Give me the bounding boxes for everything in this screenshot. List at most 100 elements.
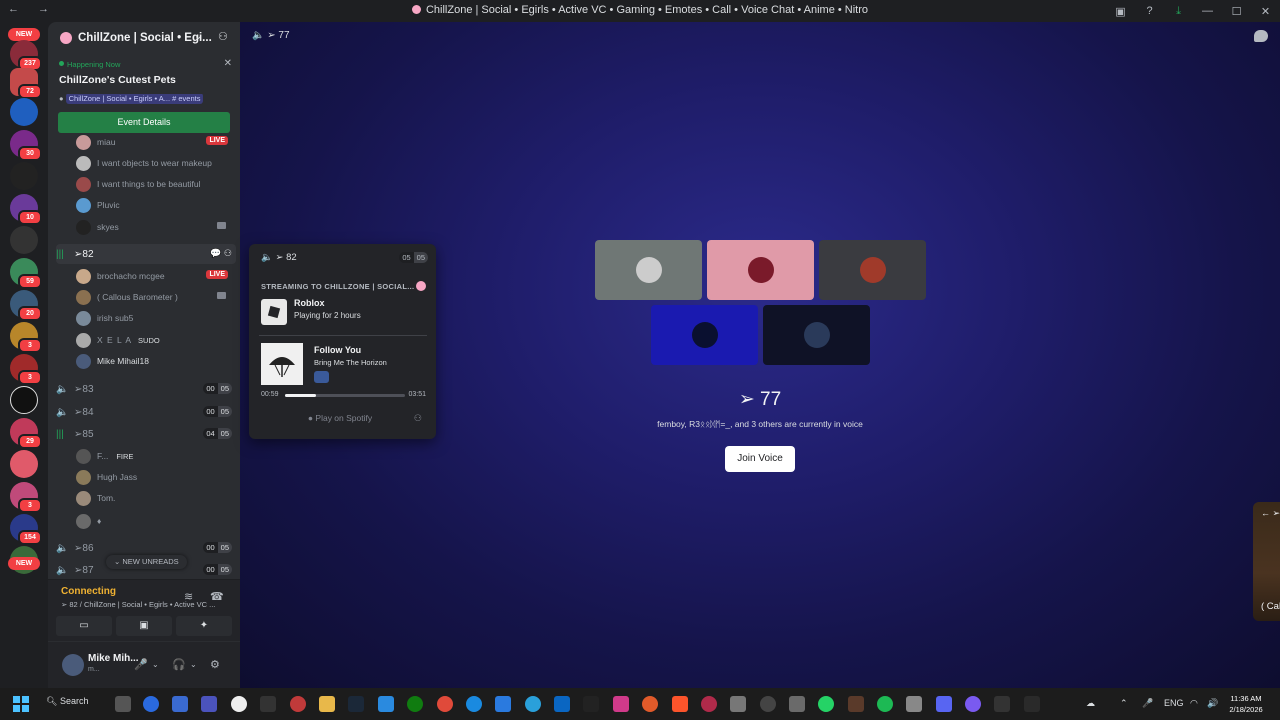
app-icon[interactable] <box>1024 696 1040 712</box>
close-button[interactable]: ✕ <box>1251 5 1280 18</box>
edge-icon[interactable] <box>143 696 159 712</box>
gear-icon[interactable]: ⚙ <box>210 658 220 671</box>
participant-tile[interactable] <box>595 240 702 300</box>
server-icon[interactable]: 59 <box>10 258 42 289</box>
server-icon[interactable] <box>10 226 38 254</box>
help-icon[interactable]: ? <box>1135 5 1164 17</box>
server-icon[interactable]: 30 <box>10 130 42 161</box>
microphone-icon[interactable]: 🎤 <box>134 658 148 671</box>
app-icon[interactable] <box>642 696 658 712</box>
epic-games-icon[interactable] <box>260 696 276 712</box>
server-icon[interactable]: 154 <box>10 514 42 545</box>
app-icon[interactable] <box>994 696 1010 712</box>
server-icon[interactable]: 29 <box>10 418 42 449</box>
headphones-icon[interactable]: 🎧 <box>172 658 186 671</box>
user-icon[interactable]: ⚇ <box>414 413 422 424</box>
linkedin-icon[interactable] <box>554 696 570 712</box>
weather-icon[interactable]: ☁ <box>1086 698 1095 709</box>
app-icon[interactable] <box>378 696 394 712</box>
inbox-icon[interactable]: ▣ <box>1106 5 1135 18</box>
app-icon[interactable] <box>730 696 746 712</box>
voice-user[interactable]: Mike Mihail18 <box>76 351 236 371</box>
participant-tile[interactable] <box>819 240 926 300</box>
volume-icon[interactable]: 🔊 <box>1207 698 1218 709</box>
task-view-icon[interactable] <box>115 696 131 712</box>
soccer-icon[interactable] <box>231 696 247 712</box>
participant-tile[interactable] <box>707 240 814 300</box>
avatar[interactable] <box>62 654 84 676</box>
noise-suppression-icon[interactable]: ≋ <box>184 590 193 603</box>
server-header[interactable]: ChillZone | Social • Egi... ⌄ ⚇ <box>48 22 240 54</box>
app-icon[interactable] <box>760 696 776 712</box>
voice-user[interactable]: miau LIVE <box>76 132 236 152</box>
voice-user[interactable]: I want objects to wear makeup <box>76 153 236 173</box>
chat-icon[interactable] <box>1254 30 1268 42</box>
activities-button[interactable]: ✦ <box>176 616 232 636</box>
clock[interactable]: 11:36 AM 2/18/2026 <box>1224 693 1268 715</box>
join-voice-button[interactable]: Join Voice <box>725 446 795 472</box>
voice-channel-82[interactable]: ||| ➢ 82 💬 ⚇ <box>56 244 236 264</box>
picture-in-picture[interactable]: ← ➢ 82 ( Callous Barometer ) ☎ <box>1253 502 1280 621</box>
download-icon[interactable]: ⤓ <box>1164 5 1193 18</box>
chrome-icon[interactable] <box>437 696 453 712</box>
server-icon[interactable]: 10 <box>10 194 42 225</box>
telegram-icon[interactable] <box>525 696 541 712</box>
event-location[interactable]: ● ChillZone | Social • Egirls • A... # e… <box>59 94 231 107</box>
voice-user[interactable]: brochacho mcgee LIVE <box>76 266 236 286</box>
voice-user[interactable]: irish sub5 <box>76 308 236 328</box>
app-icon[interactable] <box>848 696 864 712</box>
windows-start-icon[interactable] <box>13 696 29 712</box>
maximize-button[interactable]: ☐ <box>1222 5 1251 18</box>
chevron-up-icon[interactable]: ⌃ <box>1120 698 1128 709</box>
disconnect-icon[interactable]: ☎ <box>210 590 224 603</box>
screen-share-button[interactable]: ▣ <box>116 616 172 636</box>
app-icon[interactable] <box>583 696 599 712</box>
new-unreads-pill[interactable]: ⌄ NEW UNREADS <box>106 555 187 569</box>
play-on-spotify-button[interactable]: ● Play on Spotify <box>261 409 419 427</box>
voice-user[interactable]: Tom. <box>76 488 236 508</box>
app-icon[interactable] <box>495 696 511 712</box>
user-name[interactable]: Mike Mih... <box>88 653 139 664</box>
voice-channel-85[interactable]: ||| ➢ 85 04 05 <box>56 424 236 444</box>
voice-user[interactable]: ♦ <box>76 511 236 531</box>
discord-icon[interactable] <box>936 696 952 712</box>
server-icon[interactable]: 3 <box>10 322 42 353</box>
server-icon[interactable] <box>10 450 38 478</box>
voice-channel-84[interactable]: 🔈 ➢ 84 00 05 <box>56 402 236 422</box>
participant-tile[interactable] <box>651 305 758 365</box>
voice-user[interactable]: I want things to be beautiful <box>76 174 236 194</box>
server-icon[interactable]: 20 <box>10 290 42 321</box>
app-icon[interactable] <box>466 696 482 712</box>
chevron-down-icon[interactable]: ⌄ <box>152 660 159 669</box>
app-icon[interactable] <box>290 696 306 712</box>
voice-user[interactable]: X E L A SUDO <box>76 330 236 350</box>
voice-user[interactable]: skyes <box>76 217 236 237</box>
microphone-icon[interactable]: 🎤 <box>1142 698 1153 709</box>
chevron-down-icon[interactable]: ⌄ <box>190 660 197 669</box>
xbox-icon[interactable] <box>407 696 423 712</box>
language-indicator[interactable]: ENG <box>1164 698 1184 708</box>
server-icon[interactable]: 72 <box>10 68 42 99</box>
instagram-icon[interactable] <box>613 696 629 712</box>
app-icon[interactable] <box>965 696 981 712</box>
whatsapp-icon[interactable] <box>818 696 834 712</box>
store-icon[interactable] <box>172 696 188 712</box>
wifi-icon[interactable]: ◠ <box>1190 698 1198 709</box>
voice-user[interactable]: Hugh Jass <box>76 467 236 487</box>
camera-toggle-button[interactable]: ▭ <box>56 616 112 636</box>
participant-tile[interactable] <box>763 305 870 365</box>
steam-icon[interactable] <box>348 696 364 712</box>
taskbar-search[interactable]: 🔍︎ Search <box>46 696 88 707</box>
server-icon[interactable]: 237 <box>10 40 42 71</box>
app-icon[interactable] <box>906 696 922 712</box>
server-icon[interactable] <box>10 386 38 414</box>
brave-icon[interactable] <box>672 696 688 712</box>
file-explorer-icon[interactable] <box>319 696 335 712</box>
close-icon[interactable]: ✕ <box>224 58 232 69</box>
chevron-down-icon[interactable]: ⌄ <box>194 31 202 42</box>
server-icon[interactable] <box>10 162 38 190</box>
app-icon[interactable] <box>701 696 717 712</box>
voice-channel-83[interactable]: 🔈 ➢ 83 00 05 <box>56 379 236 399</box>
voice-user[interactable]: Pluvic <box>76 195 236 215</box>
server-icon[interactable]: 3 <box>10 482 42 513</box>
